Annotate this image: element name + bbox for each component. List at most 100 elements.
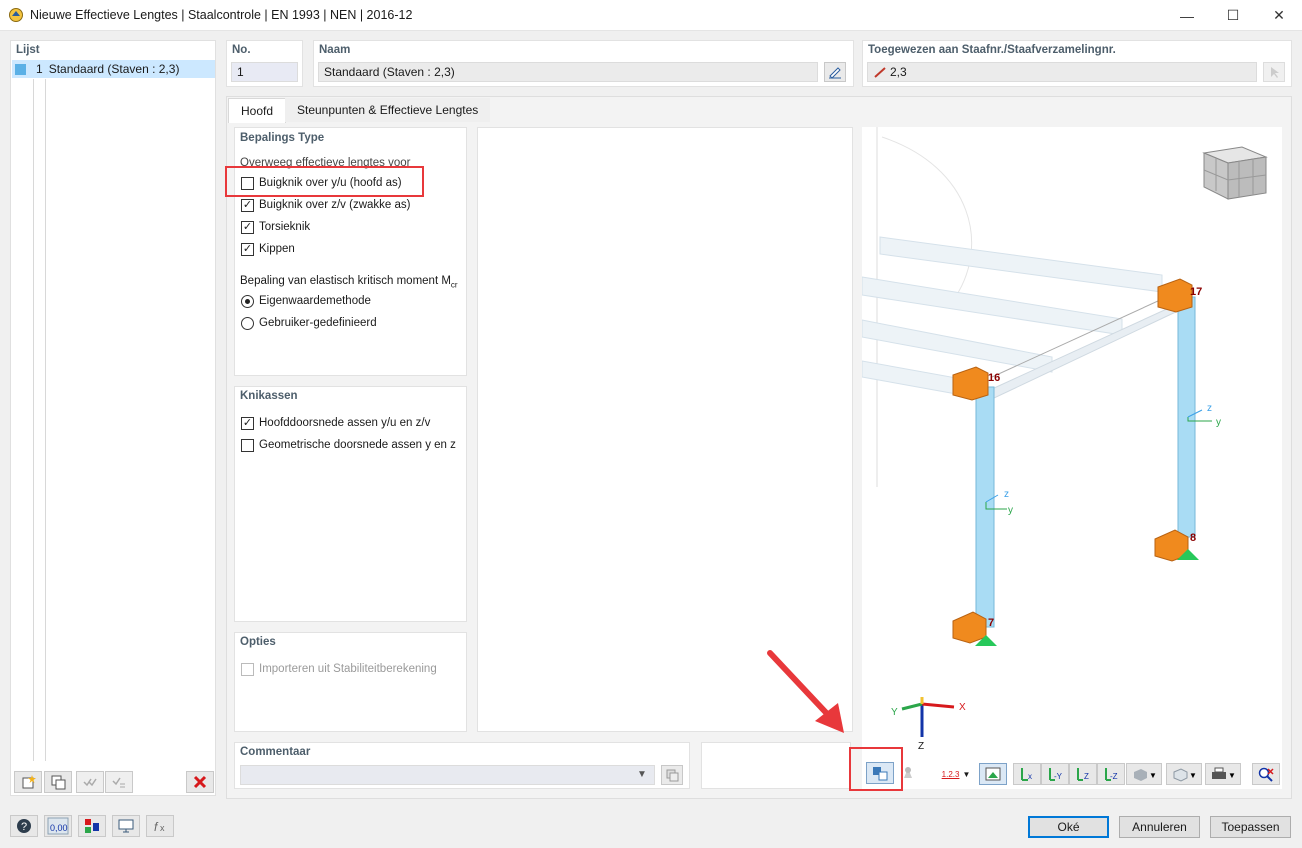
name-field[interactable]: Standaard (Staven : 2,3) xyxy=(318,62,818,82)
numbering-icon: 1.2.3 xyxy=(941,769,960,779)
decimal-icon: 0,00 xyxy=(47,817,69,835)
view-minus-z-button[interactable]: -Z xyxy=(1097,763,1125,785)
apply-button[interactable]: Toepassen xyxy=(1210,816,1291,838)
isometric-icon: ▼ xyxy=(1134,769,1157,781)
formula-button[interactable]: fx xyxy=(146,815,174,837)
select-cursor-icon xyxy=(1271,67,1279,78)
assigned-label: Toegewezen aan Staafnr./Staafverzameling… xyxy=(868,44,1116,56)
node-label: 16 xyxy=(988,372,1001,384)
minimize-button[interactable]: — xyxy=(1164,0,1210,31)
list-item-color xyxy=(15,63,26,75)
svg-text:Z: Z xyxy=(1084,772,1089,781)
mcr-header: Bepaling van elastisch kritisch moment M… xyxy=(240,275,458,290)
reset-view-button[interactable] xyxy=(1252,763,1280,785)
check-all-button[interactable] xyxy=(76,771,104,793)
printer-icon: ▼ xyxy=(1212,767,1236,780)
view-options-button[interactable] xyxy=(866,762,894,784)
print-dropdown[interactable]: ▼ xyxy=(1205,763,1241,785)
name-label: Naam xyxy=(319,44,351,56)
view-x-button[interactable]: x xyxy=(1013,763,1041,785)
import-stability-label: Importeren uit Stabiliteitberekening xyxy=(259,663,437,675)
lateral-torsional-checkbox[interactable]: ✓ xyxy=(241,243,254,256)
principal-axes-checkbox[interactable]: ✓ xyxy=(241,417,254,430)
view-minus-y-button[interactable]: -Y xyxy=(1041,763,1069,785)
buckling-axes-header: Knikassen xyxy=(240,390,298,402)
geometric-axes-label: Geometrische doorsnede assen y en z xyxy=(259,439,456,451)
screen-settings-button[interactable] xyxy=(112,815,140,837)
numbering-dropdown[interactable]: 1.2.3 ▼ xyxy=(938,763,974,785)
display-results-button[interactable] xyxy=(979,763,1007,785)
uncheck-icon xyxy=(112,777,125,788)
units-icon xyxy=(85,819,99,833)
uncheck-all-button[interactable] xyxy=(105,771,133,793)
comment-field[interactable] xyxy=(240,765,655,785)
node-label: 17 xyxy=(1190,286,1203,298)
tab-supports-effective-lengths[interactable]: Steunpunten & Effectieve Lengtes xyxy=(285,98,491,122)
comment-header: Commentaar xyxy=(240,746,311,758)
tab-main[interactable]: Hoofd xyxy=(228,98,287,123)
user-defined-radio[interactable] xyxy=(241,317,254,330)
view-z-icon: Z xyxy=(1077,768,1089,781)
options-box: Opties Importeren uit Stabiliteitbereken… xyxy=(234,632,467,732)
delete-item-button[interactable] xyxy=(186,771,214,793)
svg-text:0,00: 0,00 xyxy=(50,823,68,833)
chevron-down-icon[interactable]: ▼ xyxy=(637,769,647,780)
close-button[interactable]: ✕ xyxy=(1256,0,1302,31)
arrow-annotation xyxy=(767,650,844,733)
svg-text:f: f xyxy=(154,820,159,834)
units-button[interactable] xyxy=(78,815,106,837)
view-x-icon: x xyxy=(1021,768,1032,781)
model-view[interactable]: 17 16 8 7 y z y z X Y Z xyxy=(861,127,1282,789)
copy-item-button[interactable] xyxy=(44,771,72,793)
svg-text:▼: ▼ xyxy=(1228,771,1236,780)
local-z-label: z xyxy=(1004,489,1009,500)
settings-panel xyxy=(477,127,853,732)
global-y-label: Y xyxy=(891,707,898,718)
display-mode-dropdown[interactable]: ▼ xyxy=(1166,763,1202,785)
flexural-zv-checkbox[interactable]: ✓ xyxy=(241,199,254,212)
title-bar: Nieuwe Effectieve Lengtes | Staalcontrol… xyxy=(0,0,1302,31)
isometric-view-dropdown[interactable]: ▼ xyxy=(1126,763,1162,785)
torsional-label: Torsieknik xyxy=(259,221,311,233)
decimal-places-button[interactable]: 0,00 xyxy=(44,815,72,837)
eigenvalue-radio[interactable] xyxy=(241,295,254,308)
view-z-button[interactable]: Z xyxy=(1069,763,1097,785)
assigned-box: Toegewezen aan Staafnr./Staafverzameling… xyxy=(862,40,1292,87)
user-support-icon[interactable] xyxy=(898,764,918,785)
local-z-label: z xyxy=(1207,403,1212,414)
local-y-label: y xyxy=(1008,505,1013,516)
view-cube-icon xyxy=(1202,146,1268,200)
help-button[interactable]: ? xyxy=(10,815,38,837)
geometric-axes-checkbox[interactable] xyxy=(241,439,254,452)
window-title: Nieuwe Effectieve Lengtes | Staalcontrol… xyxy=(30,8,413,22)
formula-icon: fx xyxy=(154,820,165,834)
edit-icon xyxy=(829,67,841,79)
frame-model-drawing xyxy=(861,127,1268,737)
cancel-button[interactable]: Annuleren xyxy=(1119,816,1200,838)
select-members-button[interactable] xyxy=(1263,62,1285,82)
options-header: Opties xyxy=(240,636,276,648)
check-all-icon xyxy=(83,778,97,787)
delete-icon xyxy=(193,775,207,789)
list-item-number: 1 xyxy=(36,62,43,76)
number-field[interactable]: 1 xyxy=(231,62,298,82)
edit-name-button[interactable] xyxy=(824,62,846,82)
list-item[interactable]: 1 Standaard (Staven : 2,3) xyxy=(12,60,215,78)
library-icon xyxy=(666,769,679,782)
number-label: No. xyxy=(232,44,251,56)
app-icon xyxy=(9,8,23,22)
screen-icon xyxy=(118,819,134,833)
maximize-button[interactable]: ☐ xyxy=(1210,0,1256,31)
render-icon xyxy=(985,767,1001,781)
torsional-checkbox[interactable]: ✓ xyxy=(241,221,254,234)
tree-guide xyxy=(33,79,34,761)
comment-library-button[interactable] xyxy=(661,765,683,785)
new-item-button[interactable] xyxy=(14,771,42,793)
list-header: Lijst xyxy=(16,44,40,56)
assigned-field[interactable]: 2,3 xyxy=(867,62,1257,82)
import-stability-checkbox[interactable] xyxy=(241,663,254,676)
determination-header: Bepalings Type xyxy=(240,132,325,144)
local-y-label: y xyxy=(1216,417,1221,428)
new-icon xyxy=(22,775,36,789)
ok-button[interactable]: Oké xyxy=(1028,816,1109,838)
